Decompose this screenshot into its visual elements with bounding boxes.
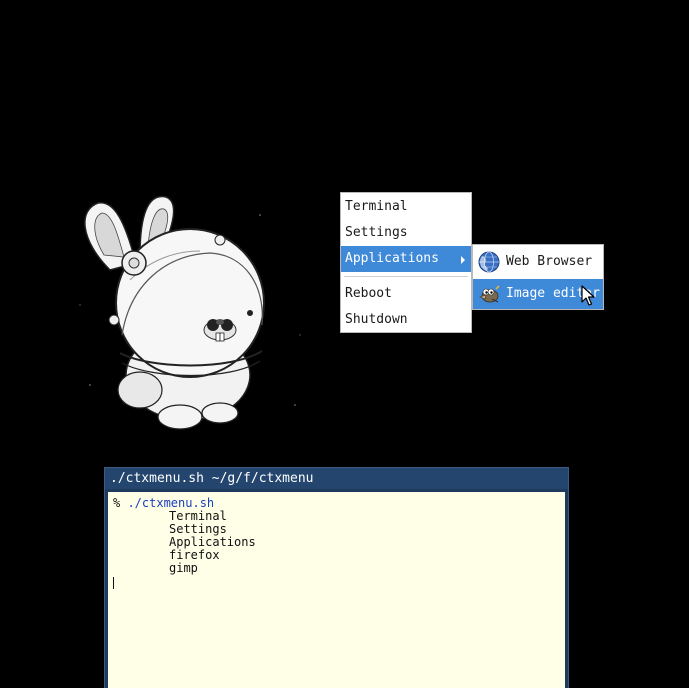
menu-item-settings[interactable]: Settings (341, 220, 471, 246)
terminal-prompt: % (113, 496, 128, 510)
mouse-pointer-icon (581, 285, 595, 306)
menu-item-label: Terminal (345, 199, 408, 214)
menu-separator (344, 276, 468, 277)
context-menu: Terminal Settings Applications Reboot Sh… (340, 192, 472, 333)
menu-item-label: Shutdown (345, 312, 408, 327)
desktop: Terminal Settings Applications Reboot Sh… (0, 0, 689, 688)
menu-item-label: Reboot (345, 286, 392, 301)
terminal-content[interactable]: % ./ctxmenu.sh Terminal Settings Applica… (108, 492, 565, 688)
bunny-astronaut-wallpaper (79, 195, 301, 430)
terminal-output-line: gimp (169, 561, 198, 575)
menu-item-applications[interactable]: Applications (341, 246, 471, 272)
terminal-input-line[interactable] (113, 575, 565, 589)
terminal-title-bar[interactable]: ./ctxmenu.sh ~/g/f/ctxmenu (105, 468, 568, 489)
terminal-command: ./ctxmenu.sh (127, 496, 215, 510)
submenu-item-web-browser[interactable]: Web Browser (473, 247, 603, 277)
menu-item-shutdown[interactable]: Shutdown (341, 307, 471, 333)
globe-icon (478, 251, 500, 273)
window-title: ./ctxmenu.sh ~/g/f/ctxmenu (110, 471, 314, 486)
menu-item-label: Applications (345, 251, 439, 266)
terminal-window[interactable]: ./ctxmenu.sh ~/g/f/ctxmenu % ./ctxmenu.s… (104, 467, 569, 688)
text-cursor (113, 577, 114, 589)
gimp-icon (479, 285, 500, 303)
menu-item-terminal[interactable]: Terminal (341, 194, 471, 220)
menu-item-reboot[interactable]: Reboot (341, 281, 471, 307)
submenu-item-label: Web Browser (506, 254, 593, 269)
menu-item-label: Settings (345, 225, 408, 240)
submenu-arrow-icon (461, 256, 465, 264)
